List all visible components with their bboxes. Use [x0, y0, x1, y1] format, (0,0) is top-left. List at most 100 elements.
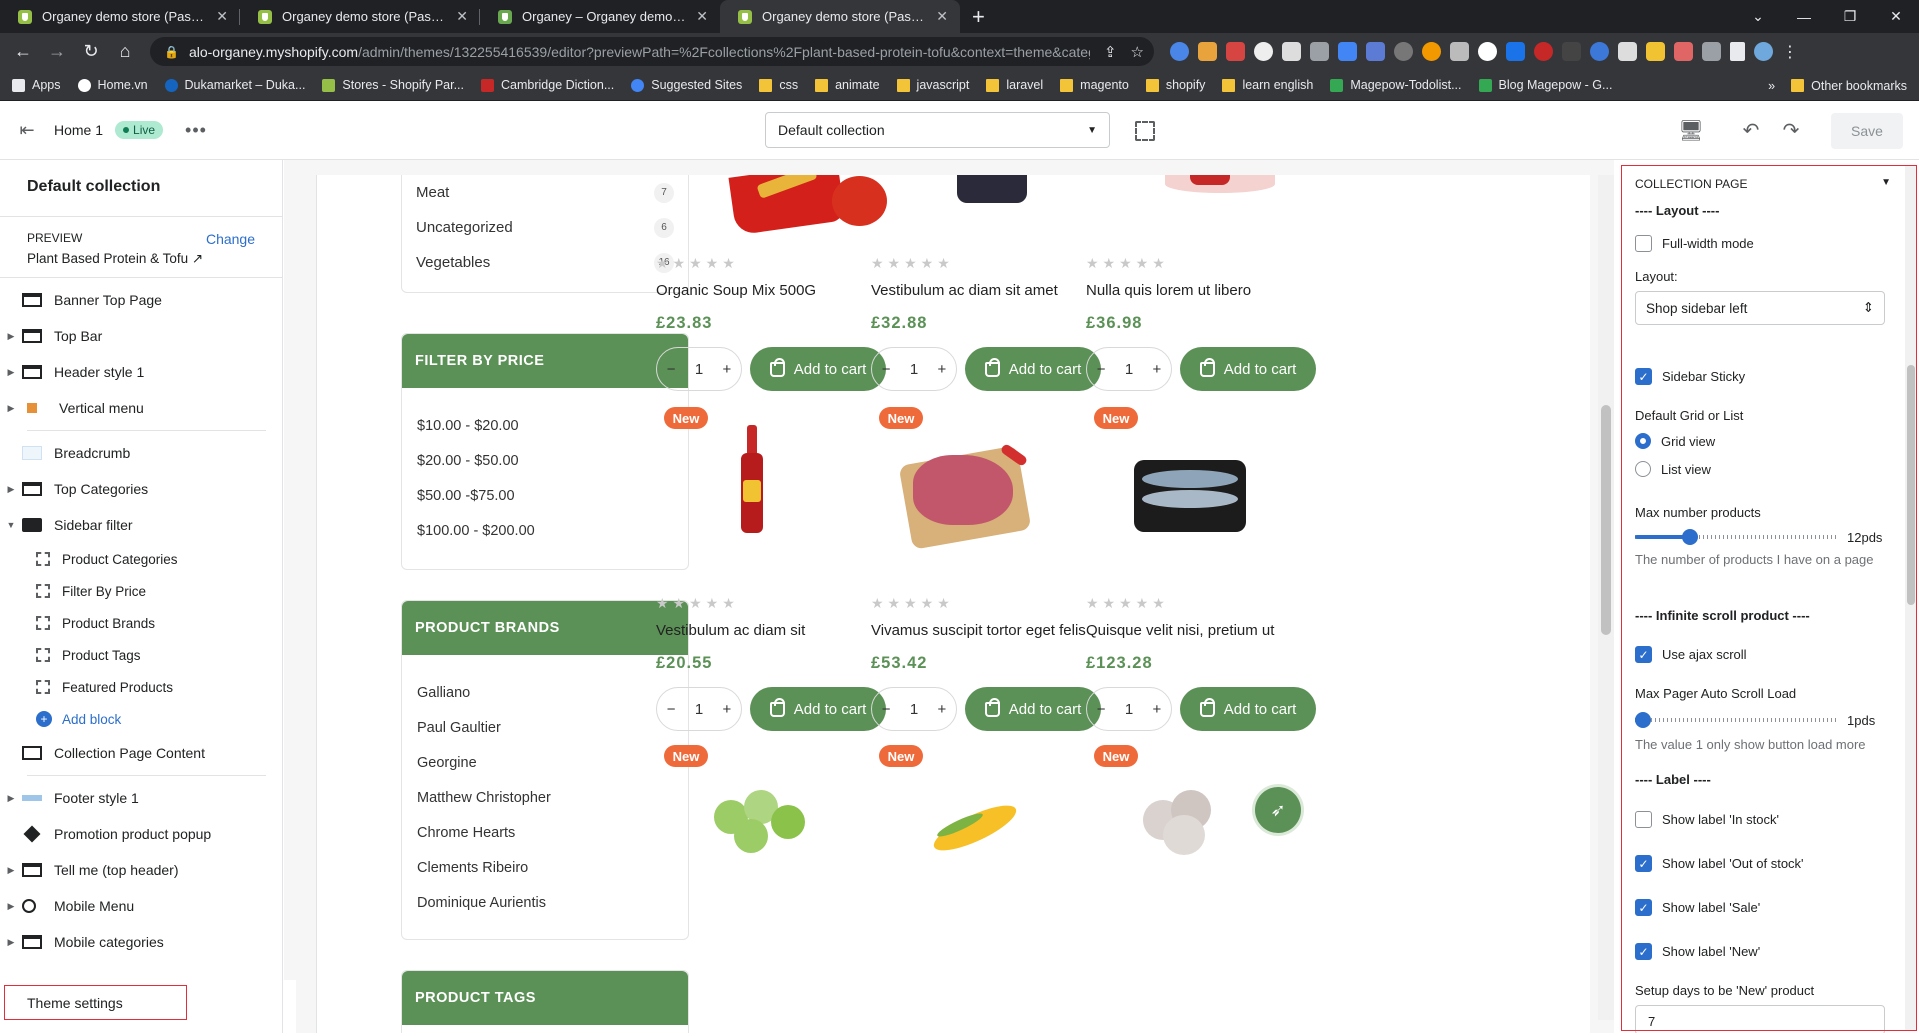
slider-handle[interactable] — [1635, 712, 1651, 728]
minus-icon[interactable]: − — [1097, 701, 1106, 718]
bookmark-folder[interactable]: shopify — [1145, 78, 1205, 92]
add-to-cart-button[interactable]: Add to cart — [750, 347, 886, 391]
plus-icon[interactable]: + — [723, 701, 732, 718]
back-to-top-icon[interactable]: ➶ — [1255, 787, 1301, 833]
caret-right-icon[interactable]: ▶ — [0, 331, 22, 342]
extension-icon[interactable] — [1170, 42, 1189, 61]
add-to-cart-button[interactable]: Add to cart — [750, 687, 886, 731]
back-icon[interactable]: ← — [8, 37, 38, 67]
extension-icon[interactable] — [1674, 42, 1693, 61]
section-top-bar[interactable]: ▶ Top Bar — [0, 318, 282, 354]
show-in-stock-checkbox[interactable]: Show label 'In stock' — [1635, 811, 1779, 828]
extension-icon[interactable] — [1254, 42, 1273, 61]
section-sidebar-filter[interactable]: ▼ Sidebar filter — [0, 507, 282, 543]
bookmark-item[interactable]: Blog Magepow - G... — [1478, 78, 1612, 92]
extension-icon[interactable] — [1590, 42, 1609, 61]
show-sale-checkbox[interactable]: ✓ Show label 'Sale' — [1635, 899, 1760, 916]
bookmark-folder[interactable]: magento — [1060, 78, 1129, 92]
browser-tab[interactable]: Organey demo store (Password:✕ — [0, 0, 240, 33]
theme-settings-button[interactable]: Theme settings — [4, 985, 187, 1020]
block-featured-products[interactable]: Featured Products — [0, 671, 282, 703]
profile-avatar[interactable] — [1754, 42, 1773, 61]
inspector-icon[interactable] — [1135, 121, 1155, 141]
home-icon[interactable]: ⌂ — [110, 37, 140, 67]
block-product-brands[interactable]: Product Brands — [0, 607, 282, 639]
extension-icon[interactable] — [1338, 42, 1357, 61]
section-vertical-menu[interactable]: ▶ Vertical menu — [0, 390, 282, 426]
max-pager-slider[interactable] — [1635, 710, 1839, 730]
extension-icon[interactable] — [1618, 42, 1637, 61]
close-window-icon[interactable]: ✕ — [1873, 0, 1919, 33]
slider-handle[interactable] — [1682, 529, 1698, 545]
minimize-icon[interactable]: — — [1781, 0, 1827, 33]
adblock-icon[interactable] — [1534, 42, 1553, 61]
puzzle-icon[interactable] — [1702, 42, 1721, 61]
max-products-slider[interactable] — [1635, 527, 1839, 547]
bookmark-folder[interactable]: animate — [815, 78, 880, 92]
external-link-icon[interactable]: ↗ — [192, 251, 203, 266]
minus-icon[interactable]: − — [882, 361, 891, 378]
sidepanel-icon[interactable] — [1730, 42, 1745, 61]
caret-right-icon[interactable]: ▶ — [0, 403, 22, 414]
bookmark-folder[interactable]: javascript — [896, 78, 969, 92]
redo-icon[interactable]: ↷ — [1771, 118, 1811, 143]
bookmark-star-icon[interactable]: ☆ — [1131, 43, 1144, 61]
category-item[interactable]: Vegetables 16 — [402, 245, 688, 280]
product-name[interactable]: Vestibulum ac diam sit amet — [871, 282, 1111, 299]
template-select[interactable]: Default collection ▼ — [765, 112, 1110, 148]
close-icon[interactable]: ✕ — [456, 8, 468, 25]
bookmark-folder[interactable]: laravel — [986, 78, 1043, 92]
bookmark-item[interactable]: Home.vn — [77, 78, 148, 92]
add-block-button[interactable]: + Add block — [0, 703, 282, 735]
caret-right-icon[interactable]: ▶ — [0, 793, 22, 804]
extension-icon[interactable] — [1282, 42, 1301, 61]
minus-icon[interactable]: − — [667, 361, 676, 378]
use-ajax-checkbox[interactable]: ✓ Use ajax scroll — [1635, 646, 1747, 663]
product-name[interactable]: Vivamus suscipit tortor eget felis — [871, 622, 1111, 639]
brand-link[interactable]: Clements Ribeiro — [402, 850, 688, 885]
quantity-stepper[interactable]: −1 + — [871, 687, 957, 731]
extension-icon[interactable] — [1422, 42, 1441, 61]
tab-search-icon[interactable]: ⌄ — [1735, 0, 1781, 33]
product-name[interactable]: Organic Soup Mix 500G — [656, 282, 896, 299]
caret-right-icon[interactable]: ▶ — [0, 367, 22, 378]
extension-icon[interactable] — [1310, 42, 1329, 61]
add-to-cart-button[interactable]: Add to cart — [965, 687, 1101, 731]
section-header-style-1[interactable]: ▶ Header style 1 — [0, 354, 282, 390]
collection-page-group[interactable]: COLLECTION PAGE ▼ — [1635, 177, 1891, 191]
undo-icon[interactable]: ↶ — [1731, 118, 1771, 143]
plus-icon[interactable]: + — [1153, 361, 1162, 378]
theme-name[interactable]: Home 1 — [54, 122, 103, 138]
category-item[interactable]: Uncategorized 6 — [402, 210, 688, 245]
desktop-view-icon[interactable]: 🖥 — [1671, 118, 1711, 143]
caret-right-icon[interactable]: ▶ — [0, 901, 22, 912]
bookmark-item[interactable]: Suggested Sites — [631, 78, 742, 92]
save-button[interactable]: Save — [1831, 112, 1903, 149]
more-bookmarks-icon[interactable]: » — [1768, 79, 1775, 93]
product-name[interactable]: Vestibulum ac diam sit — [656, 622, 896, 639]
close-icon[interactable]: ✕ — [696, 8, 708, 25]
category-item[interactable]: Meat 7 — [402, 175, 688, 210]
section-footer-style-1[interactable]: ▶ Footer style 1 — [0, 780, 282, 816]
address-bar[interactable]: 🔒 alo-organey.myshopify.com/admin/themes… — [150, 37, 1154, 66]
show-out-of-stock-checkbox[interactable]: ✓ Show label 'Out of stock' — [1635, 855, 1804, 872]
section-breadcrumb[interactable]: Breadcrumb — [0, 435, 282, 471]
plus-icon[interactable]: + — [1153, 701, 1162, 718]
product-image-soup-mix[interactable] — [728, 175, 892, 236]
settings-scrollbar[interactable] — [1905, 165, 1917, 1031]
bookmark-item[interactable]: Magepow-Todolist... — [1330, 78, 1462, 92]
plus-icon[interactable]: + — [938, 701, 947, 718]
section-promotion-popup[interactable]: Promotion product popup — [0, 816, 282, 852]
plus-icon[interactable]: + — [938, 361, 947, 378]
extension-icon[interactable] — [1366, 42, 1385, 61]
brand-link[interactable]: Chrome Hearts — [402, 815, 688, 850]
extension-icon[interactable] — [1646, 42, 1665, 61]
forward-icon[interactable]: → — [42, 37, 72, 67]
add-to-cart-button[interactable]: Add to cart — [1180, 347, 1316, 391]
plus-icon[interactable]: + — [723, 361, 732, 378]
minus-icon[interactable]: − — [1097, 361, 1106, 378]
quantity-stepper[interactable]: −1 + — [656, 687, 742, 731]
preview-scrollbar[interactable] — [1598, 175, 1614, 1020]
browser-tab[interactable]: Organey – Organey demo store✕ — [480, 0, 720, 33]
new-tab-button[interactable]: + — [960, 0, 997, 33]
